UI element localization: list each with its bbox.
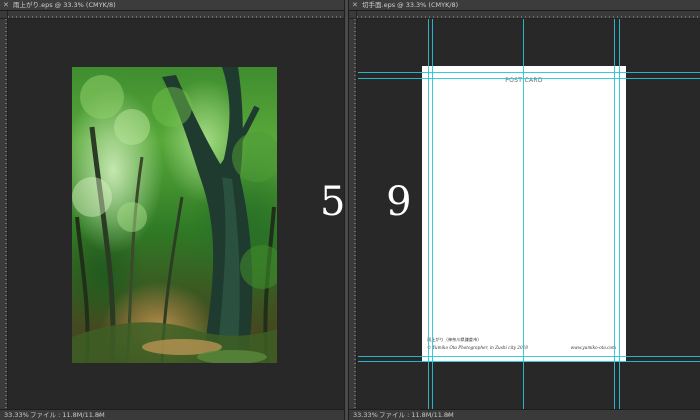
close-tab-icon[interactable]: ✕ (352, 0, 358, 11)
status-bar-right: 33.33% ファイル : 11.8M/11.8M › (349, 409, 700, 420)
document-tab-right[interactable]: ✕ 切手面.eps @ 33.3% (CMYK/8) (349, 0, 700, 11)
postcard-canvas: POST CARD 雨上がり（神奈川県鎌倉市） © Yumiko Ota Pho… (422, 66, 626, 362)
status-menu-arrow-icon[interactable]: › (447, 410, 449, 420)
horizontal-ruler[interactable] (357, 11, 700, 19)
postcard-copyright: © Yumiko Ota Photographer, in Zushi city… (427, 345, 528, 350)
guide-line-horizontal[interactable] (358, 356, 700, 357)
zoom-level[interactable]: 33.33% (353, 410, 378, 420)
guide-line-horizontal[interactable] (358, 72, 700, 73)
overlay-number: 5 9 (320, 179, 426, 225)
postcard-url: www.yumiko-ota.com (570, 345, 616, 350)
document-window-left[interactable]: ✕ 雨上がり.eps @ 33.3% (CMYK/8) 33.33% ファイル … (0, 0, 344, 420)
zoom-level[interactable]: 33.33% (4, 410, 29, 420)
document-tab-title: 切手面.eps @ 33.3% (CMYK/8) (362, 1, 459, 9)
postcard-caption: 雨上がり（神奈川県鎌倉市） (427, 337, 482, 342)
guide-line-horizontal[interactable] (358, 361, 700, 362)
status-menu-arrow-icon[interactable]: › (98, 410, 100, 420)
horizontal-ruler[interactable] (8, 11, 344, 19)
vertical-ruler[interactable] (0, 19, 8, 409)
document-tab-title: 雨上がり.eps @ 33.3% (CMYK/8) (13, 1, 116, 9)
file-size-info[interactable]: ファイル : 11.8M/11.8M (379, 410, 454, 420)
ruler-corner[interactable] (349, 11, 357, 19)
forest-photo (72, 67, 277, 363)
close-tab-icon[interactable]: ✕ (3, 0, 9, 11)
ruler-corner[interactable] (0, 11, 8, 19)
forest-illustration (72, 67, 277, 363)
document-tab-left[interactable]: ✕ 雨上がり.eps @ 33.3% (CMYK/8) (0, 0, 344, 11)
status-bar-left: 33.33% ファイル : 11.8M/11.8M › (0, 409, 344, 420)
file-size-info[interactable]: ファイル : 11.8M/11.8M (30, 410, 105, 420)
guide-line-horizontal[interactable] (358, 78, 700, 79)
